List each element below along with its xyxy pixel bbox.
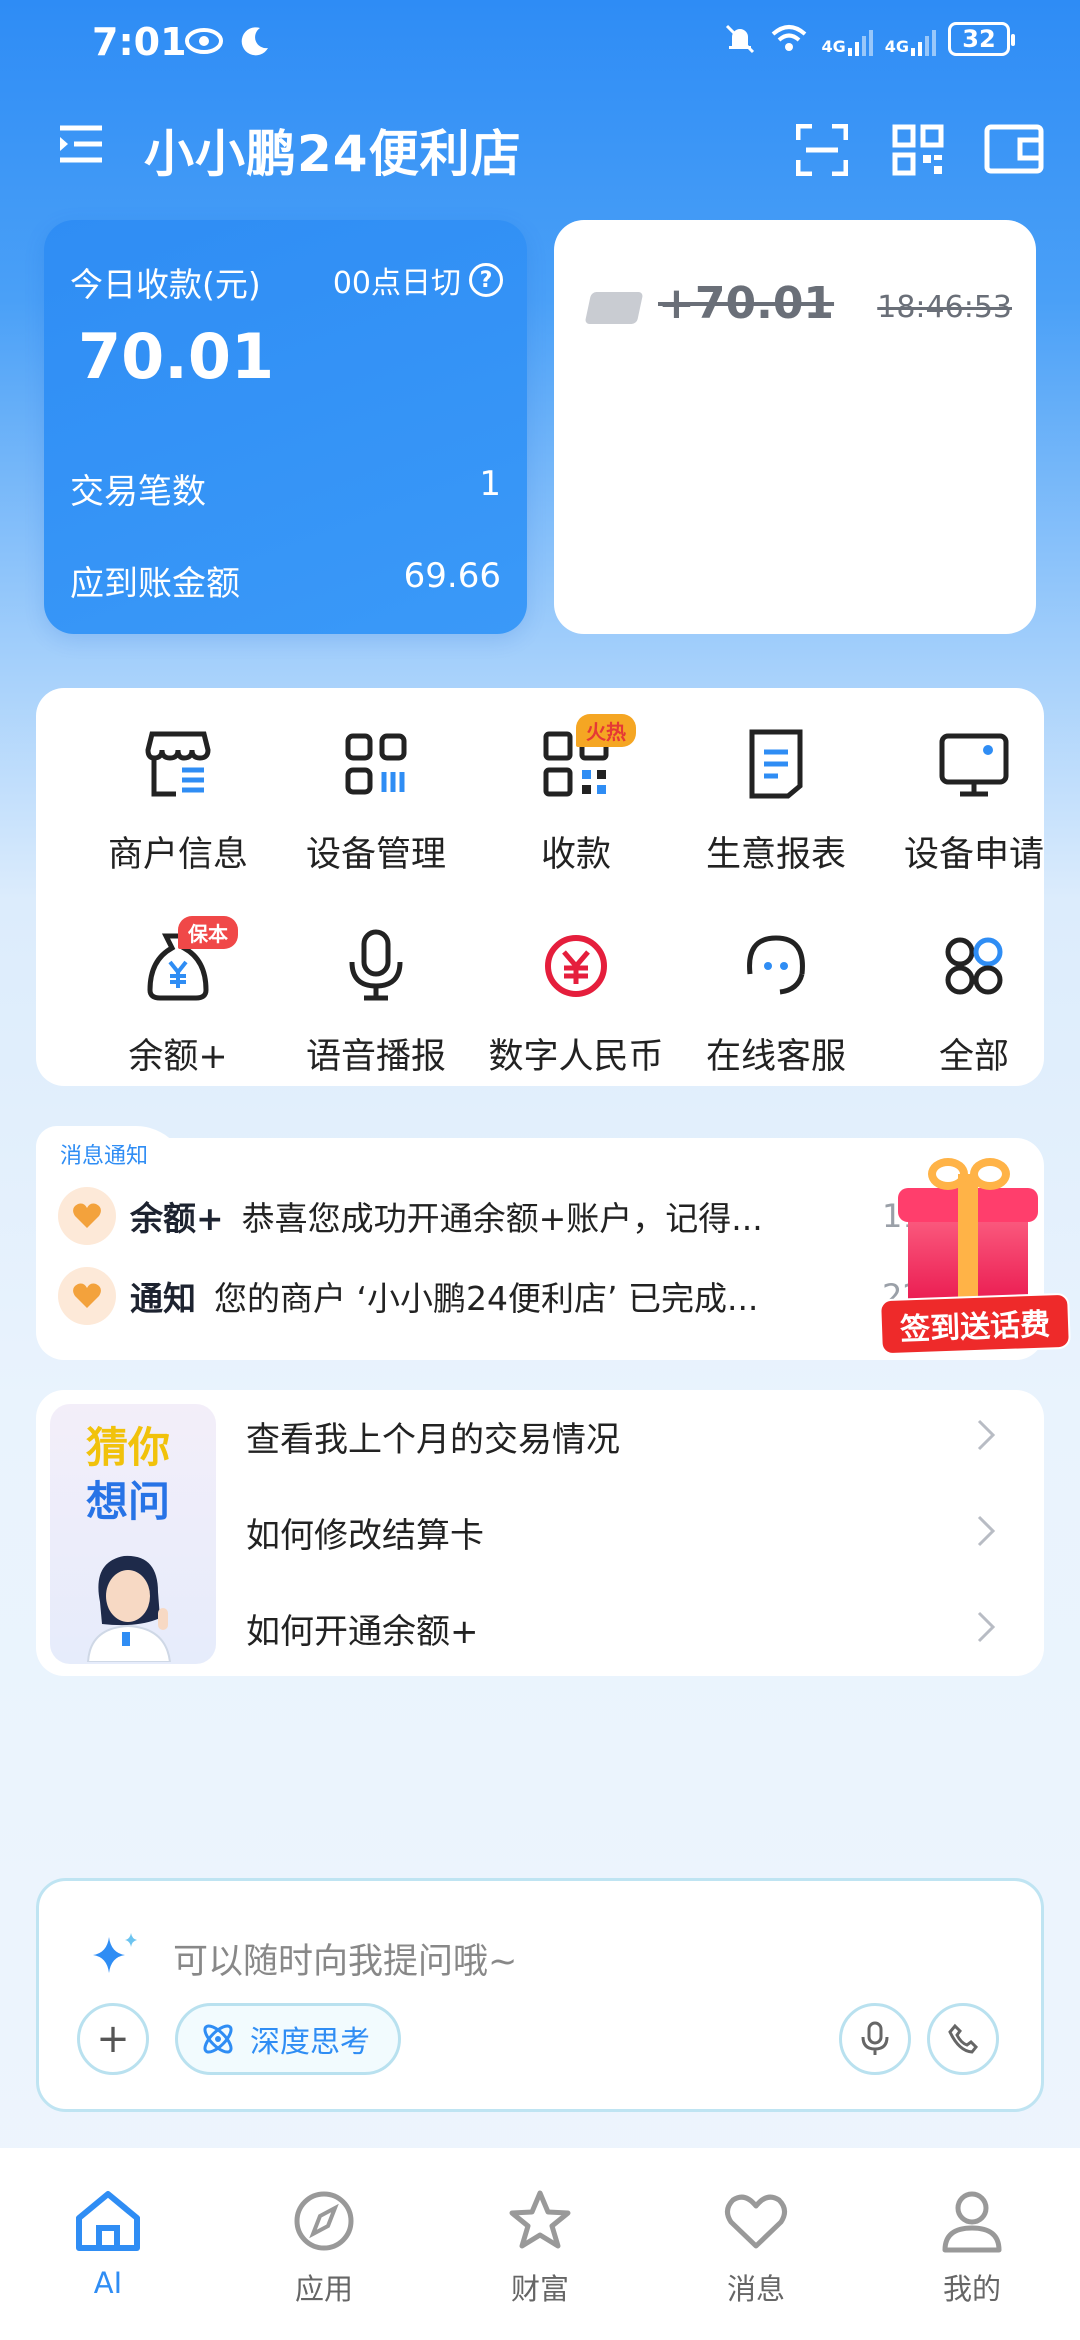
func-online-service[interactable]: 在线客服 [676,926,876,1079]
principal-badge: 保本 [178,916,238,949]
func-collect[interactable]: 火热 收款 [476,714,676,877]
guess-item[interactable]: 如何开通余额+ [246,1598,1036,1658]
func-business-report[interactable]: 生意报表 [676,724,876,877]
settle-row: 应到账金额 69.66 [70,556,501,604]
device-grid-icon [336,724,416,804]
question-input[interactable]: 可以随时向我提问哦~ [173,1933,517,1984]
func-balance-plus[interactable]: 保本 余额+ [78,916,278,1079]
moon-icon [241,27,268,56]
qr-code-icon[interactable] [892,124,944,176]
atom-icon [203,2024,233,2054]
func-digital-rmb[interactable]: 数字人民币 [476,926,676,1079]
bell-off-icon [726,24,755,54]
chevron-right-icon [977,1419,996,1451]
wallet-icon[interactable] [984,124,1044,174]
gift-label: 签到送话费 [879,1292,1071,1356]
count-value: 1 [479,464,501,504]
transaction-time: 18:46:53 [877,290,1012,325]
status-bar: 7:01 4G 4G 32 [0,0,1080,86]
tab-apps[interactable]: 应用 [254,2188,394,2308]
tab-ai[interactable]: AI [38,2188,178,2300]
func-voice-broadcast[interactable]: 语音播报 [276,926,476,1079]
guess-item[interactable]: 查看我上个月的交易情况 [246,1406,1036,1466]
func-all[interactable]: 全部 [874,926,1074,1079]
chevron-right-icon [977,1611,996,1643]
func-device-manage[interactable]: 设备管理 [276,724,476,877]
qr-pay-icon: 火热 [536,714,636,804]
compass-icon [294,2191,354,2251]
store-title: 小小鹏24便利店 [144,125,522,183]
signal-1: 4G [821,22,873,56]
income-label: 今日收款(元) [70,265,261,304]
scan-icon[interactable] [796,124,848,176]
func-device-apply[interactable]: 设备申请 [874,724,1074,877]
money-bag-icon: 保本 [138,916,238,1006]
cutoff-label[interactable]: 00点日切? [333,258,503,302]
func-merchant-info[interactable]: 商户信息 [78,724,278,877]
tab-wealth[interactable]: 财富 [470,2188,610,2308]
transaction-amount: +70.01 [658,278,835,329]
home-icon [76,2191,140,2251]
unionpay-icon [584,292,644,324]
menu-icon[interactable] [58,124,104,164]
settle-value: 69.66 [403,556,501,596]
heart-icon [725,2194,787,2249]
transaction-card[interactable]: +70.01 18:46:53 [554,220,1036,634]
person-icon [942,2191,1002,2253]
assistant-avatar: 猜你 想问 [50,1404,216,1664]
digital-rmb-icon [536,926,616,1006]
guess-card: 猜你 想问 查看我上个月的交易情况 如何修改结算卡 如何开通余额+ [36,1390,1044,1676]
microphone-icon [336,926,416,1006]
heart-icon [58,1187,116,1245]
heart-icon [58,1267,116,1325]
all-apps-icon [934,926,1014,1006]
store-icon [138,724,218,804]
monitor-icon [934,724,1014,804]
call-button[interactable] [927,2003,999,2075]
wifi-icon [772,25,807,51]
count-row: 交易笔数 1 [70,464,501,512]
voice-input-button[interactable] [839,2003,911,2075]
microphone-icon [861,2021,889,2055]
tab-mine[interactable]: 我的 [902,2188,1042,2308]
app-header: 小小鹏24便利店 [0,100,1080,196]
add-button[interactable]: + [77,2003,149,2075]
guess-item[interactable]: 如何修改结算卡 [246,1502,1036,1562]
status-time: 7:01 [92,20,187,64]
income-amount: 70.01 [78,320,275,393]
ai-input-box[interactable]: 可以随时向我提问哦~ + 深度思考 [36,1878,1044,2112]
tab-messages[interactable]: 消息 [686,2188,826,2308]
notice-tab: 消息通知 [36,1126,189,1178]
income-card[interactable]: 今日收款(元) 00点日切? 70.01 交易笔数 1 应到账金额 69.66 [44,220,527,634]
phone-icon [948,2023,979,2054]
report-icon [736,724,816,804]
chevron-right-icon [977,1515,996,1547]
battery-icon: 32 [948,22,1015,56]
star-icon [509,2190,571,2249]
signal-2: 4G [885,22,936,56]
bottom-nav: AI 应用 财富 消息 我的 [0,2148,1080,2340]
eye-icon [185,28,223,54]
deep-think-button[interactable]: 深度思考 [175,2003,401,2075]
function-grid: 商户信息 设备管理 火热 收款 生意报表 设备申请 保本 余额+ 语音播报 数字… [36,688,1044,1086]
checkin-gift-button[interactable]: 签到送话费 [874,1158,1074,1368]
sparkle-icon [93,1933,137,1973]
help-icon[interactable]: ? [469,263,503,297]
hot-badge: 火热 [576,714,636,747]
headset-icon [736,926,816,1006]
